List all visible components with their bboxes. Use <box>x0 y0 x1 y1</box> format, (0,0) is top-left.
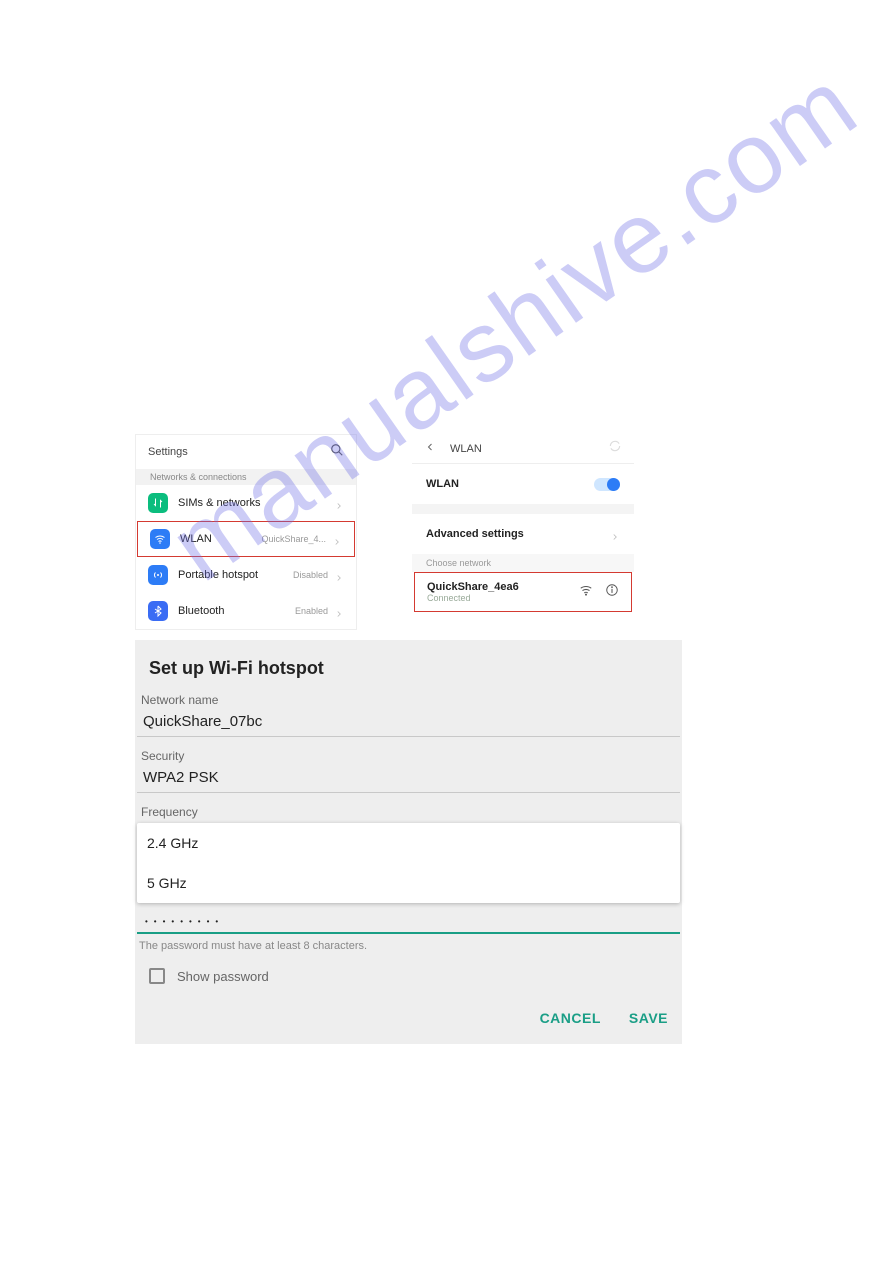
dialog-title: Set up Wi-Fi hotspot <box>135 654 682 691</box>
settings-title: Settings <box>148 446 188 458</box>
frequency-option-24[interactable]: 2.4 GHz <box>137 823 680 863</box>
chevron-right-icon <box>332 534 342 544</box>
advanced-label: Advanced settings <box>426 528 524 540</box>
divider <box>412 504 634 514</box>
row-label: SIMs & networks <box>178 497 334 509</box>
network-name: QuickShare_4ea6 <box>427 581 579 593</box>
security-select[interactable]: WPA2 PSK <box>137 765 680 793</box>
wlan-toggle-label: WLAN <box>426 478 459 490</box>
settings-header: Settings <box>136 435 356 469</box>
dialog-buttons: CANCEL SAVE <box>135 994 682 1032</box>
settings-panel: Settings Networks & connections SIMs & n… <box>135 434 357 630</box>
row-value: Disabled <box>293 570 328 580</box>
wifi-icon <box>150 529 170 549</box>
chevron-right-icon <box>334 570 344 580</box>
row-wlan[interactable]: WLAN QuickShare_4... <box>137 521 355 557</box>
chevron-right-icon <box>334 498 344 508</box>
network-info: QuickShare_4ea6 Connected <box>427 581 579 603</box>
row-portable-hotspot[interactable]: Portable hotspot Disabled <box>136 557 356 593</box>
frequency-label: Frequency <box>137 803 682 821</box>
security-label: Security <box>137 747 682 765</box>
section-networks: Networks & connections <box>136 469 356 485</box>
row-label: Bluetooth <box>178 605 295 617</box>
chevron-right-icon <box>334 606 344 616</box>
wlan-title: WLAN <box>450 443 608 455</box>
wlan-toggle-row: WLAN <box>412 464 634 504</box>
bluetooth-icon <box>148 601 168 621</box>
row-bluetooth[interactable]: Bluetooth Enabled <box>136 593 356 629</box>
hotspot-dialog: Set up Wi-Fi hotspot Network name QuickS… <box>135 640 682 1044</box>
show-password-label: Show password <box>177 969 269 984</box>
password-input[interactable]: ••••••••• <box>137 911 680 934</box>
advanced-settings-row[interactable]: Advanced settings <box>412 514 634 554</box>
network-status: Connected <box>427 593 579 603</box>
row-value: QuickShare_4... <box>261 534 326 544</box>
frequency-dropdown: 2.4 GHz 5 GHz <box>137 823 680 903</box>
show-password-row[interactable]: Show password <box>135 958 682 994</box>
choose-network-header: Choose network <box>412 554 634 572</box>
network-name-input[interactable]: QuickShare_07bc <box>137 709 680 737</box>
row-sims-networks[interactable]: SIMs & networks <box>136 485 356 521</box>
network-row[interactable]: QuickShare_4ea6 Connected <box>414 572 632 612</box>
data-transfer-icon <box>148 493 168 513</box>
show-password-checkbox[interactable] <box>149 968 165 984</box>
cancel-button[interactable]: CANCEL <box>540 1010 601 1026</box>
row-label: WLAN <box>180 533 261 545</box>
search-icon[interactable] <box>330 443 344 462</box>
frequency-option-5[interactable]: 5 GHz <box>137 863 680 903</box>
info-icon[interactable] <box>605 583 619 602</box>
wifi-signal-icon <box>579 583 593 602</box>
password-hint: The password must have at least 8 charac… <box>135 934 682 958</box>
hotspot-icon <box>148 565 168 585</box>
wlan-header: WLAN <box>412 434 634 464</box>
wlan-toggle[interactable] <box>594 478 620 491</box>
back-icon[interactable] <box>424 440 436 458</box>
wlan-panel: WLAN WLAN Advanced settings Choose netwo… <box>412 434 634 612</box>
refresh-icon[interactable] <box>608 439 622 458</box>
network-name-label: Network name <box>137 691 682 709</box>
chevron-right-icon <box>610 529 620 539</box>
row-label: Portable hotspot <box>178 569 293 581</box>
row-value: Enabled <box>295 606 328 616</box>
save-button[interactable]: SAVE <box>629 1010 668 1026</box>
